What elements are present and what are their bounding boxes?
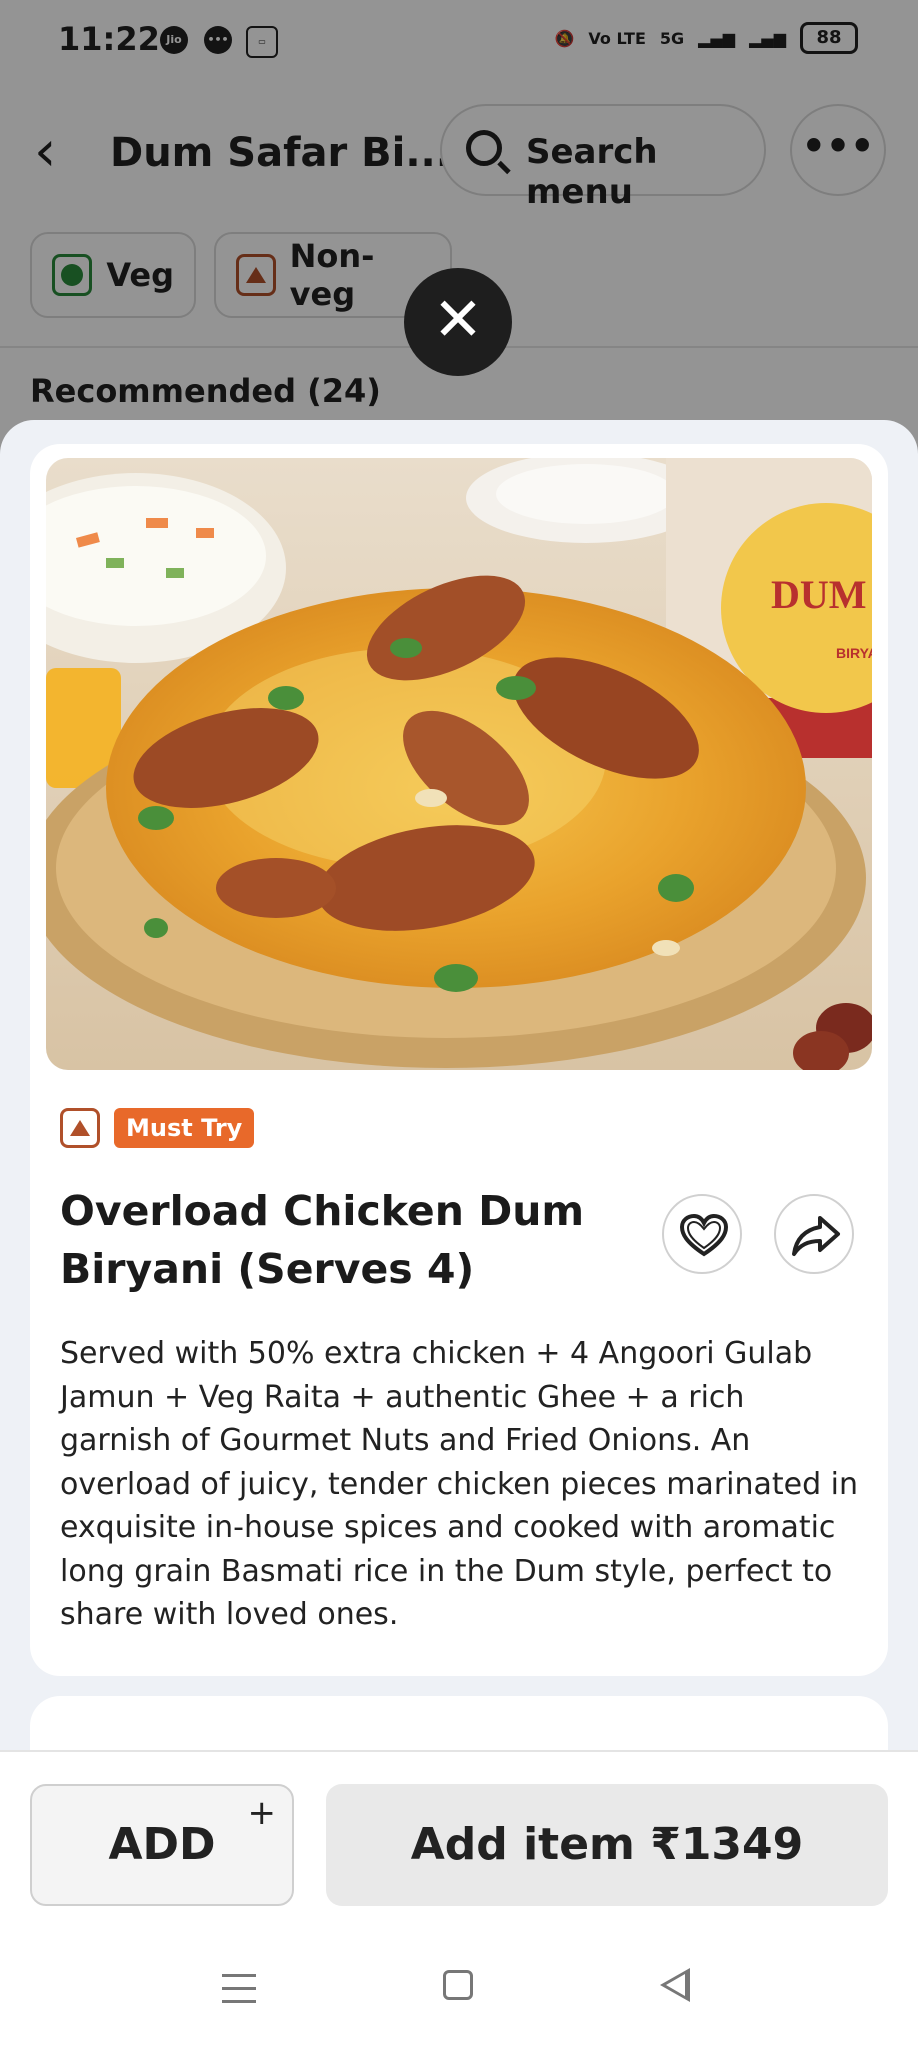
box-brand-text: DUM S [771,572,872,617]
next-card [30,1696,888,1750]
dish-tags: Must Try [60,1108,255,1148]
add-button[interactable]: ADD + [30,1784,294,1906]
bottom-action-bar: ADD + Add item ₹1349 [0,1750,918,1928]
plus-icon: + [247,1793,277,1833]
dish-name: Overload Chicken Dum Biryani (Serves 4) [60,1187,585,1293]
box-brand-sub: BIRYA [836,645,872,661]
heart-icon [679,1213,729,1257]
add-label: ADD [108,1819,216,1870]
home-icon[interactable] [443,1970,473,2000]
favorite-button[interactable] [662,1194,742,1274]
add-item-button[interactable]: Add item ₹1349 [326,1784,888,1906]
share-button[interactable] [774,1194,854,1274]
system-nav-bar [0,1926,918,2048]
nonveg-icon [60,1108,100,1148]
dish-detail-sheet: DUM S BIRYA [0,420,918,1750]
close-icon[interactable]: ✕ [404,268,512,376]
recents-icon[interactable] [222,1974,256,2004]
share-icon [792,1216,840,1256]
must-try-badge: Must Try [114,1108,255,1148]
dish-image: DUM S BIRYA [46,458,872,1070]
dish-card: DUM S BIRYA [30,444,888,1676]
nav-back-icon[interactable] [660,1968,690,2002]
dish-description: Served with 50% extra chicken + 4 Angoor… [60,1336,859,1632]
